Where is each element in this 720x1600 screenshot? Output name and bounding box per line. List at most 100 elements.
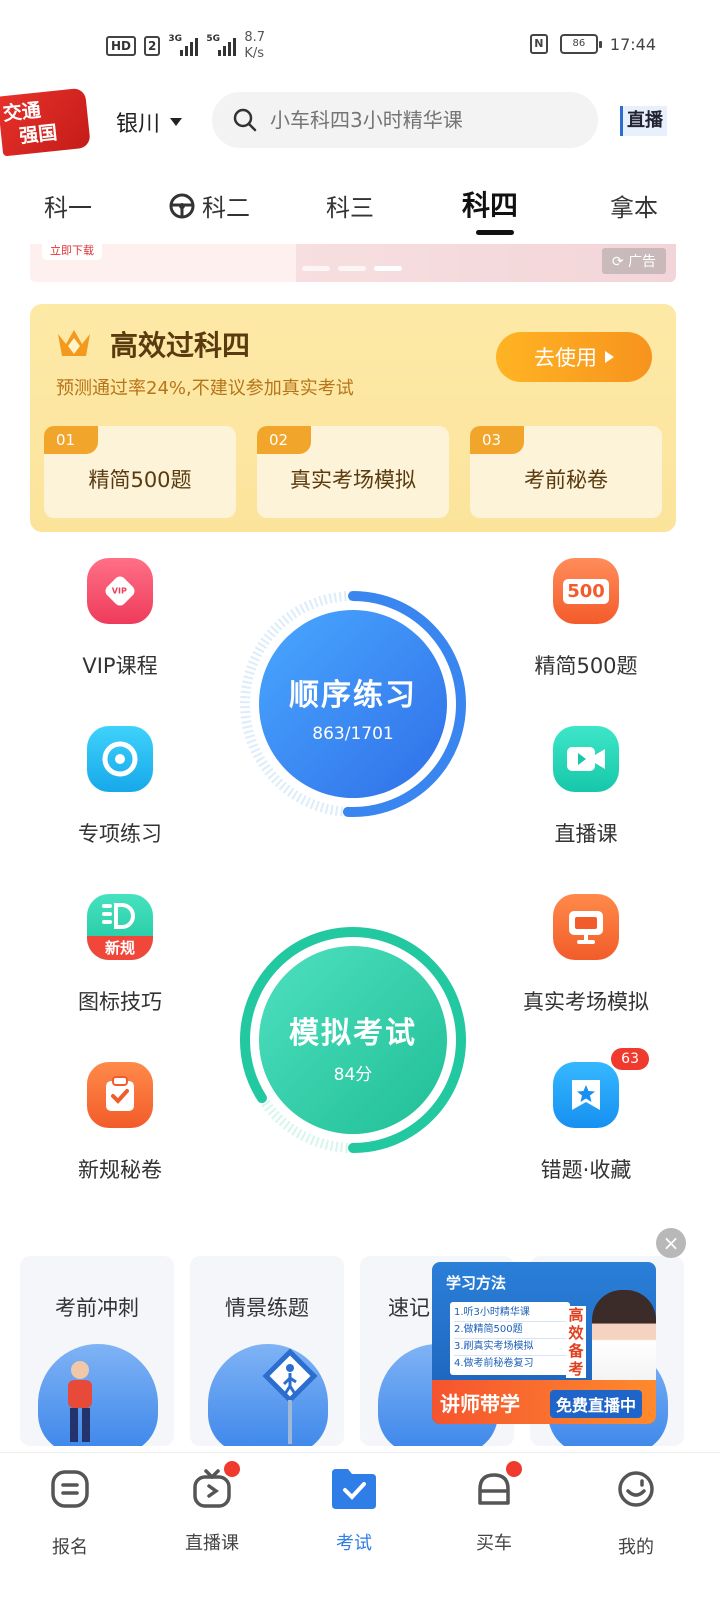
steering-wheel-icon xyxy=(169,193,195,218)
signal-3g-icon: 3G xyxy=(168,34,199,56)
mock-exam-score: 84分 xyxy=(333,1065,373,1085)
bookmark-star-icon: 63 xyxy=(553,1048,649,1128)
nav-exam[interactable]: 考试 xyxy=(304,1469,404,1555)
form-icon xyxy=(51,1470,89,1508)
vip-subtitle: 预测通过率24%,不建议参加真实考试 xyxy=(56,378,354,399)
sim-number: 2 xyxy=(144,36,161,56)
live-button[interactable]: 直播 xyxy=(620,106,667,136)
tab-label: 科三 xyxy=(326,194,374,222)
mistakes-favorites-entry[interactable]: 63 错题·收藏 xyxy=(506,1048,666,1184)
floating-live-ad[interactable]: 学习方法 1.听3小时精华课 2.做精简500题 3.刷真实考场模拟 4.做考前… xyxy=(432,1262,656,1424)
sequential-practice-label: 顺序练习 xyxy=(289,678,417,713)
ad-steps-list: 1.听3小时精华课 2.做精简500题 3.刷真实考场模拟 4.做考前秘卷复习 xyxy=(450,1302,570,1375)
banner-pagination xyxy=(302,266,402,271)
tv-icon xyxy=(192,1461,240,1509)
tab-subject-3[interactable]: 科三 xyxy=(326,188,374,223)
quick-card-label: 考前冲刺 xyxy=(55,1296,139,1320)
use-now-button[interactable]: 去使用 xyxy=(496,332,652,382)
vip-item-label: 精简500题 xyxy=(88,468,192,492)
vip-course-entry[interactable]: VIP VIP课程 xyxy=(40,558,200,680)
tab-get-license[interactable]: 拿本 xyxy=(610,188,658,223)
smile-icon xyxy=(618,1471,654,1507)
quick-card-label: 情景练题 xyxy=(225,1296,309,1320)
vip-item-number: 01 xyxy=(44,426,98,454)
close-ad-icon[interactable]: × xyxy=(656,1228,686,1258)
status-bar: HD 2 3G 5G 8.7 K/s N 86 17:44 xyxy=(0,0,720,90)
search-input[interactable] xyxy=(270,108,570,132)
nav-buy-car[interactable]: 买车 xyxy=(444,1461,544,1555)
vip-course-icon: VIP xyxy=(87,558,153,624)
use-now-label: 去使用 xyxy=(534,346,597,370)
tab-label: 拿本 xyxy=(610,194,658,222)
vip-title: 高效过科四 xyxy=(110,329,251,362)
search-bar[interactable] xyxy=(212,92,598,148)
ad-step: 4.做考前秘卷复习 xyxy=(454,1358,534,1369)
500-icon-text: 500 xyxy=(563,578,609,604)
nav-label: 买车 xyxy=(476,1533,512,1554)
vip-item-label: 真实考场模拟 xyxy=(290,468,416,492)
ad-side-text: 高效备考 xyxy=(566,1306,586,1378)
pagination-dot xyxy=(338,266,366,271)
car-icon xyxy=(474,1461,522,1509)
tab-label: 科四 xyxy=(462,189,519,222)
app-header: 交通 强国 银川 直播 xyxy=(0,87,720,158)
battery-level: 86 xyxy=(572,38,586,49)
vip-course-label: VIP课程 xyxy=(82,654,158,678)
city-selector[interactable]: 银川 xyxy=(116,106,183,138)
ad-banner[interactable]: 立即下载 ⟳ 广告 xyxy=(30,244,676,282)
tab-subject-2[interactable]: 科二 xyxy=(168,188,250,223)
banner-download-button[interactable]: 立即下载 xyxy=(42,244,102,260)
bottom-navigation: 报名 直播课 考试 买车 我的 xyxy=(0,1452,720,1600)
ad-bottom-bar: 讲师带学 免费直播中 xyxy=(432,1380,656,1424)
subject-tabs: 科一 科二 科三 科四 拿本 xyxy=(0,180,720,240)
quick-card-sprint[interactable]: 考前冲刺 xyxy=(20,1256,174,1446)
pagination-dot xyxy=(302,266,330,271)
battery-icon: 86 xyxy=(559,34,602,54)
sign-tips-glyph xyxy=(102,903,135,929)
signal-5g-icon: 5G xyxy=(206,34,237,56)
quick-card-scenario[interactable]: 情景练题 xyxy=(190,1256,344,1446)
crown-icon xyxy=(58,330,90,356)
city-name: 银川 xyxy=(116,112,161,137)
ad-lecturer-label: 讲师带学 xyxy=(440,1392,520,1416)
vip-item-number: 03 xyxy=(470,426,524,454)
hd-label: HD xyxy=(111,39,132,53)
refresh-icon: ⟳ xyxy=(611,254,628,270)
sign-tips-entry[interactable]: 新规 图标技巧 xyxy=(40,894,200,1016)
mock-exam-button[interactable]: 模拟考试 84分 xyxy=(239,926,467,1154)
monitor-icon xyxy=(553,894,619,960)
tab-subject-1[interactable]: 科一 xyxy=(44,188,92,223)
pedestrian-sign-icon xyxy=(262,1348,318,1444)
special-practice-entry[interactable]: 专项练习 xyxy=(40,726,200,848)
network-speed-value: 8.7 xyxy=(244,30,266,45)
notification-dot xyxy=(224,1461,240,1477)
live-course-entry[interactable]: 直播课 xyxy=(506,726,666,848)
sequential-practice-button[interactable]: 顺序练习 863/1701 xyxy=(239,590,467,818)
active-tab-indicator xyxy=(476,230,514,235)
vip-item-real-exam[interactable]: 02 真实考场模拟 xyxy=(257,426,449,518)
video-camera-glyph xyxy=(567,747,605,771)
tab-label: 科二 xyxy=(202,194,250,222)
hd-voice-icon: HD xyxy=(106,36,137,56)
new-rule-paper-entry[interactable]: 新规秘卷 xyxy=(40,1062,200,1184)
live-course-label: 直播课 xyxy=(554,822,618,846)
person-illustration xyxy=(68,1361,92,1442)
nav-label: 直播课 xyxy=(185,1533,239,1554)
nav-signup[interactable]: 报名 xyxy=(20,1469,120,1559)
vip-item-secret-paper[interactable]: 03 考前秘卷 xyxy=(470,426,662,518)
500-icon: 500 xyxy=(553,558,619,624)
status-left: HD 2 3G 5G 8.7 K/s xyxy=(106,30,265,62)
nav-mine[interactable]: 我的 xyxy=(586,1469,686,1559)
simplified-500-entry[interactable]: 500 精简500题 xyxy=(506,558,666,680)
tab-label: 科一 xyxy=(44,194,92,222)
vip-item-500[interactable]: 01 精简500题 xyxy=(44,426,236,518)
tab-subject-4[interactable]: 科四 xyxy=(462,184,518,224)
vip-item-label: 考前秘卷 xyxy=(524,468,608,492)
brand-logo[interactable]: 交通 强国 xyxy=(0,87,91,157)
target-icon xyxy=(87,726,153,792)
banner-left-image: 立即下载 xyxy=(30,244,296,282)
nav-label: 我的 xyxy=(618,1537,654,1558)
nav-live-course[interactable]: 直播课 xyxy=(162,1461,262,1555)
exam-folder-icon xyxy=(328,1463,380,1515)
real-exam-sim-entry[interactable]: 真实考场模拟 xyxy=(506,894,666,1016)
